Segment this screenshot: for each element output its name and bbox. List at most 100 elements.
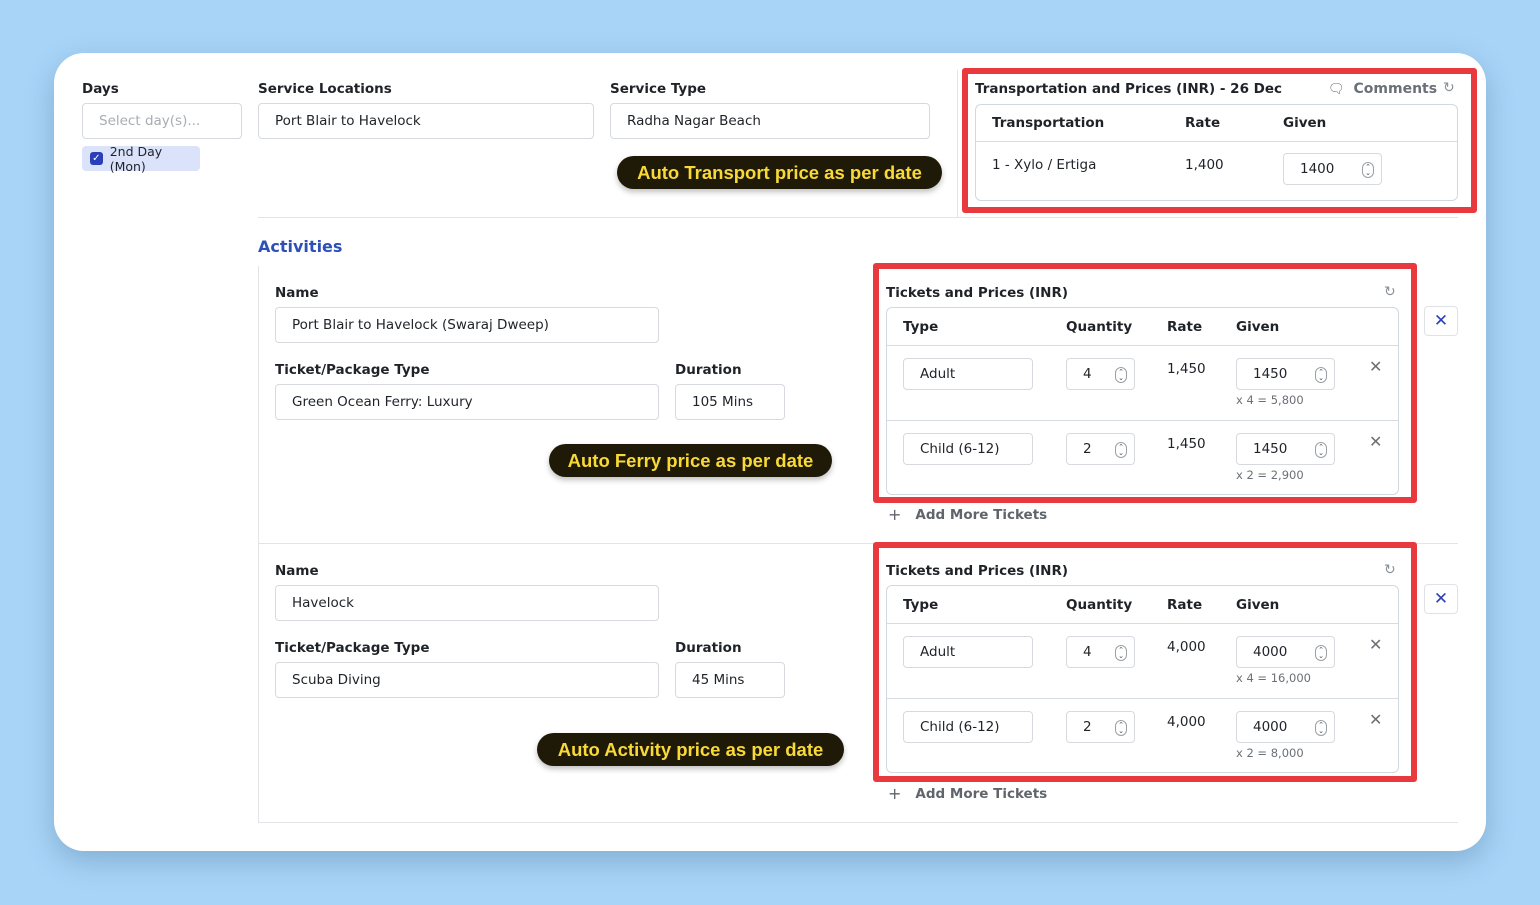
- refresh-icon[interactable]: ↻: [1384, 563, 1396, 577]
- divider: [258, 217, 1458, 218]
- spinner-icon[interactable]: ⌃ ⌄: [1315, 367, 1327, 383]
- ticket-rate: 4,000: [1167, 714, 1206, 730]
- refresh-icon[interactable]: ↻: [1443, 81, 1455, 95]
- ticket-subtotal: x 4 = 16,000: [1236, 671, 1311, 685]
- ticket-type-input[interactable]: Child (6-12): [903, 433, 1033, 465]
- given-input[interactable]: 4000 ⌃ ⌄: [1236, 636, 1335, 668]
- activities-title: Activities: [258, 237, 343, 256]
- activity-name-input[interactable]: Port Blair to Havelock (Swaraj Dweep): [275, 307, 659, 343]
- th-given: Given: [1236, 597, 1280, 613]
- ticket-subtotal: x 4 = 5,800: [1236, 393, 1304, 407]
- table-divider: [887, 345, 1398, 346]
- quantity-value: 4: [1083, 366, 1092, 382]
- activity-name-input[interactable]: Havelock: [275, 585, 659, 621]
- service-locations-input[interactable]: Port Blair to Havelock: [258, 103, 594, 139]
- transport-title: Transportation and Prices (INR) - 26 Dec: [975, 81, 1283, 97]
- callout-ferry: Auto Ferry price as per date: [549, 444, 832, 477]
- close-icon: ✕: [1433, 311, 1449, 331]
- divider: [258, 822, 1458, 823]
- spinner-icon[interactable]: ⌃ ⌄: [1315, 442, 1327, 458]
- quantity-value: 4: [1083, 644, 1092, 660]
- duration-input[interactable]: 105 Mins: [675, 384, 785, 420]
- th-rate: Rate: [1167, 597, 1203, 613]
- close-icon[interactable]: ✕: [1369, 434, 1382, 450]
- ticket-type-input[interactable]: Adult: [903, 358, 1033, 390]
- th-quantity: Quantity: [1066, 319, 1133, 335]
- transport-rate: 1,400: [1185, 157, 1224, 173]
- spinner-icon[interactable]: ⌃ ⌄: [1115, 367, 1127, 383]
- duration-label: Duration: [675, 362, 742, 378]
- spinner-icon[interactable]: ⌃ ⌄: [1115, 442, 1127, 458]
- activities-border: [258, 266, 259, 823]
- spinner-icon[interactable]: ⌃ ⌄: [1115, 720, 1127, 736]
- ticket-rate: 1,450: [1167, 436, 1206, 452]
- spinner-icon[interactable]: ⌃ ⌄: [1362, 162, 1374, 178]
- ticket-rate: 1,450: [1167, 361, 1206, 377]
- quantity-stepper[interactable]: 2 ⌃ ⌄: [1066, 711, 1135, 743]
- service-locations-label: Service Locations: [258, 81, 392, 97]
- given-value: 1450: [1253, 441, 1288, 457]
- service-type-input[interactable]: Radha Nagar Beach: [610, 103, 930, 139]
- ticket-type-input[interactable]: Child (6-12): [903, 711, 1033, 743]
- close-icon[interactable]: ✕: [1369, 359, 1382, 375]
- tickets-table: [886, 307, 1399, 495]
- refresh-icon[interactable]: ↻: [1384, 285, 1396, 299]
- given-input[interactable]: 1450 ⌃ ⌄: [1236, 358, 1335, 390]
- quantity-stepper[interactable]: 4 ⌃ ⌄: [1066, 358, 1135, 390]
- ticket-subtotal: x 2 = 2,900: [1236, 468, 1304, 482]
- ticket-type-input[interactable]: Adult: [903, 636, 1033, 668]
- comments-label: Comments: [1353, 81, 1438, 97]
- th-rate: Rate: [1185, 115, 1221, 131]
- quantity-value: 2: [1083, 719, 1092, 735]
- given-input[interactable]: 4000 ⌃ ⌄: [1236, 711, 1335, 743]
- days-label: Days: [82, 81, 119, 97]
- add-more-tickets-button[interactable]: + Add More Tickets: [888, 784, 1047, 803]
- day-chip[interactable]: ✓ 2nd Day (Mon): [82, 143, 200, 174]
- activity-name-label: Name: [275, 285, 319, 301]
- transport-given-value: 1400: [1300, 161, 1335, 177]
- quantity-stepper[interactable]: 2 ⌃ ⌄: [1066, 433, 1135, 465]
- comments-button[interactable]: 🗨 Comments: [1328, 81, 1437, 97]
- ticket-subtotal: x 2 = 8,000: [1236, 746, 1304, 760]
- tickets-title: Tickets and Prices (INR): [886, 563, 1069, 579]
- duration-input[interactable]: 45 Mins: [675, 662, 785, 698]
- ticket-type-label: Ticket/Package Type: [275, 640, 430, 656]
- close-icon[interactable]: ✕: [1369, 712, 1382, 728]
- spinner-icon[interactable]: ⌃ ⌄: [1315, 645, 1327, 661]
- duration-label: Duration: [675, 640, 742, 656]
- transport-given-input[interactable]: 1400 ⌃ ⌄: [1283, 153, 1382, 185]
- table-divider: [887, 420, 1398, 421]
- ticket-type-label: Ticket/Package Type: [275, 362, 430, 378]
- th-type: Type: [903, 319, 939, 335]
- th-transportation: Transportation: [992, 115, 1105, 131]
- th-rate: Rate: [1167, 319, 1203, 335]
- given-value: 4000: [1253, 644, 1288, 660]
- add-more-label: Add More Tickets: [915, 506, 1048, 523]
- quantity-stepper[interactable]: 4 ⌃ ⌄: [1066, 636, 1135, 668]
- add-more-label: Add More Tickets: [915, 785, 1048, 802]
- add-more-tickets-button[interactable]: + Add More Tickets: [888, 505, 1047, 524]
- given-value: 4000: [1253, 719, 1288, 735]
- given-value: 1450: [1253, 366, 1288, 382]
- ticket-type-input[interactable]: Scuba Diving: [275, 662, 659, 698]
- plus-icon: +: [888, 505, 902, 524]
- table-divider: [887, 698, 1398, 699]
- close-icon[interactable]: ✕: [1369, 637, 1382, 653]
- tickets-title: Tickets and Prices (INR): [886, 285, 1069, 301]
- spinner-icon[interactable]: ⌃ ⌄: [1315, 720, 1327, 736]
- day-chip-label: 2nd Day (Mon): [109, 143, 163, 174]
- days-select[interactable]: Select day(s)...: [82, 103, 242, 139]
- activity-name-label: Name: [275, 563, 319, 579]
- divider-vertical: [957, 70, 958, 217]
- quantity-value: 2: [1083, 441, 1092, 457]
- checkbox-checked-icon[interactable]: ✓: [90, 152, 103, 165]
- comment-icon: 🗨: [1328, 81, 1345, 97]
- table-divider: [887, 623, 1398, 624]
- tickets-table: [886, 585, 1399, 773]
- th-quantity: Quantity: [1066, 597, 1133, 613]
- given-input[interactable]: 1450 ⌃ ⌄: [1236, 433, 1335, 465]
- remove-activity-button[interactable]: ✕: [1424, 306, 1458, 336]
- ticket-type-input[interactable]: Green Ocean Ferry: Luxury: [275, 384, 659, 420]
- spinner-icon[interactable]: ⌃ ⌄: [1115, 645, 1127, 661]
- remove-activity-button[interactable]: ✕: [1424, 584, 1458, 614]
